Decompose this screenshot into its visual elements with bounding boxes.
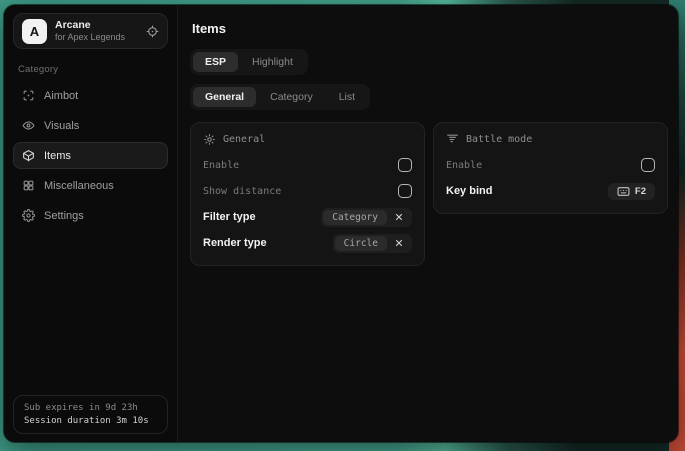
clear-icon[interactable]: [387, 238, 410, 248]
select-value[interactable]: Circle: [335, 236, 387, 251]
filter-type-row: Filter type Category: [203, 207, 412, 227]
battle-mode-panel-header: Battle mode: [446, 133, 655, 146]
row-label: Key bind: [446, 185, 492, 197]
battle-enable-checkbox[interactable]: [641, 158, 655, 172]
render-type-row: Render type Circle: [203, 233, 412, 253]
row-label: Render type: [203, 237, 267, 249]
app-logo: A: [22, 19, 47, 44]
sidebar-item-label: Settings: [44, 210, 84, 222]
row-label: Show distance: [203, 186, 281, 197]
sidebar-item-label: Items: [44, 150, 71, 162]
eye-icon: [22, 119, 35, 132]
tab-general[interactable]: General: [193, 87, 256, 107]
tornado-icon: [446, 133, 459, 146]
panel-title: Battle mode: [466, 134, 532, 145]
row-label: Enable: [203, 160, 239, 171]
main-content: Items ESP Highlight General Category Lis…: [178, 5, 678, 442]
keyboard-icon: [617, 186, 630, 197]
row-label: Enable: [446, 160, 482, 171]
sidebar-item-label: Miscellaneous: [44, 180, 114, 192]
tab-highlight[interactable]: Highlight: [240, 52, 305, 72]
filter-type-select[interactable]: Category: [321, 208, 412, 227]
game-background: A Arcane for Apex Legends Category Aimbo…: [0, 0, 685, 451]
brand-card: A Arcane for Apex Legends: [13, 13, 168, 49]
sidebar-item-settings[interactable]: Settings: [13, 202, 168, 229]
general-panel: General Enable Show distance Filter type…: [190, 122, 425, 266]
row-label: Filter type: [203, 211, 256, 223]
enable-checkbox[interactable]: [398, 158, 412, 172]
session-duration-text: Session duration 3m 10s: [24, 416, 157, 426]
sub-expires-text: Sub expires in 9d 23h: [24, 403, 157, 413]
sidebar-item-aimbot[interactable]: Aimbot: [13, 82, 168, 109]
keybind-value: F2: [635, 186, 646, 197]
subscription-info: Sub expires in 9d 23h Session duration 3…: [13, 395, 168, 434]
sidebar: A Arcane for Apex Legends Category Aimbo…: [4, 5, 178, 442]
crosshair-icon: [22, 89, 35, 102]
app-title: Arcane: [55, 19, 125, 32]
page-title: Items: [192, 21, 666, 36]
target-icon[interactable]: [146, 25, 159, 38]
app-window: A Arcane for Apex Legends Category Aimbo…: [4, 5, 678, 442]
enable-row: Enable: [203, 155, 412, 175]
key-bind-row: Key bind F2: [446, 181, 655, 201]
logo-letter: A: [30, 24, 39, 39]
view-tabs-row: General Category List: [190, 84, 668, 110]
sidebar-item-label: Aimbot: [44, 90, 78, 102]
category-label: Category: [18, 64, 163, 75]
tab-esp[interactable]: ESP: [193, 52, 238, 72]
gear-icon: [22, 209, 35, 222]
show-distance-checkbox[interactable]: [398, 184, 412, 198]
tab-category[interactable]: Category: [258, 87, 325, 107]
select-value[interactable]: Category: [323, 210, 387, 225]
sidebar-item-visuals[interactable]: Visuals: [13, 112, 168, 139]
mode-tabs-row: ESP Highlight: [190, 49, 668, 75]
tab-list[interactable]: List: [327, 87, 367, 107]
sidebar-item-label: Visuals: [44, 120, 79, 132]
keybind-button[interactable]: F2: [608, 183, 655, 200]
sidebar-item-miscellaneous[interactable]: Miscellaneous: [13, 172, 168, 199]
sidebar-nav: Aimbot Visuals Items: [13, 82, 168, 229]
app-subtitle: for Apex Legends: [55, 32, 125, 43]
render-type-select[interactable]: Circle: [333, 234, 412, 253]
mode-tabs: ESP Highlight: [190, 49, 308, 75]
battle-enable-row: Enable: [446, 155, 655, 175]
panels: General Enable Show distance Filter type…: [190, 122, 668, 266]
brand-text: Arcane for Apex Legends: [55, 19, 125, 43]
show-distance-row: Show distance: [203, 181, 412, 201]
grid-icon: [22, 179, 35, 192]
general-panel-header: General: [203, 133, 412, 146]
battle-mode-panel: Battle mode Enable Key bind F2: [433, 122, 668, 214]
panel-title: General: [223, 134, 265, 145]
package-icon: [22, 149, 35, 162]
sidebar-item-items[interactable]: Items: [13, 142, 168, 169]
view-tabs: General Category List: [190, 84, 370, 110]
sun-icon: [203, 133, 216, 146]
clear-icon[interactable]: [387, 212, 410, 222]
